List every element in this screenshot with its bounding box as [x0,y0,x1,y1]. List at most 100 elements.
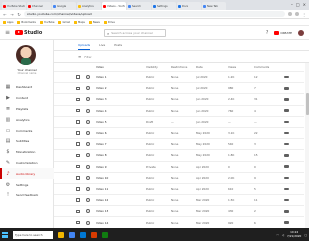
table-row[interactable]: Video 4 Public None Jun 2020 760 4 [54,106,304,117]
sidebar-item[interactable]: ▭ Comments [0,125,54,136]
sidebar-item[interactable]: ✎ Customization [0,158,54,169]
bookmark-item[interactable]: Bookmarks [17,20,36,24]
row-options[interactable] [281,72,291,82]
table-cell-title[interactable]: Video 1 [96,72,138,82]
row-options[interactable] [281,117,291,127]
table-row[interactable]: Video 10 Public None Apr 2020 2.0K 9 [54,173,304,184]
menu-dots-icon[interactable]: ⋮ [302,12,306,17]
row-options[interactable] [281,150,291,160]
row-checkbox[interactable] [76,195,82,205]
help-icon[interactable]: ? [266,30,269,36]
edge-icon[interactable] [80,231,86,238]
chrome-icon[interactable] [69,231,75,238]
table-cell-title[interactable]: Video 11 [96,184,138,194]
sidebar-item[interactable]: $ Monetization [0,147,54,158]
column-header[interactable]: Comments [254,63,276,71]
wifi-icon[interactable]: ◠ [276,233,278,237]
sidebar-item[interactable]: ▤ Subtitles [0,136,54,147]
row-checkbox[interactable] [76,72,82,82]
row-checkbox[interactable] [76,117,82,127]
column-header[interactable]: Date [196,63,218,71]
scrollbar[interactable] [305,63,309,228]
sidebar-item[interactable]: ▦ Dashboard [0,82,54,93]
row-checkbox[interactable] [76,150,82,160]
row-options[interactable] [281,128,291,138]
back-icon[interactable]: ← [3,12,7,17]
table-row[interactable]: Video 1 Public None Jul 2020 1.2K 12 [54,72,304,84]
table-row[interactable]: Video 8 Public None May 2020 1.8K 15 [54,150,304,162]
row-options[interactable] [281,106,291,116]
table-row[interactable]: Video 11 Public None Apr 2020 610 5 [54,184,304,196]
table-cell-title[interactable]: Video 12 [96,195,138,205]
bookmark-item[interactable]: Gmail [58,20,70,24]
table-row[interactable]: Video 5 Draft — Jun 2020 — — [54,117,304,128]
clock[interactable]: 10:24 7/21/2020 [287,230,301,238]
sidebar-item[interactable]: ! Send feedback [0,190,54,201]
bookmark-item[interactable]: YouTube [39,20,54,24]
row-checkbox[interactable] [76,139,82,149]
account-avatar[interactable] [298,29,304,36]
row-checkbox[interactable] [76,206,82,216]
table-cell-title[interactable]: Video 2 [96,83,138,93]
channel-avatar[interactable] [16,45,36,65]
table-cell-title[interactable]: Video 6 [96,128,138,138]
extension-icon[interactable] [288,12,292,16]
browser-tab[interactable]: Docs [177,2,201,10]
column-header[interactable]: Views [228,63,250,71]
row-options[interactable] [281,217,291,227]
table-cell-title[interactable]: Video 4 [96,106,138,116]
table-cell-title[interactable]: Video 13 [96,206,138,216]
table-row[interactable]: Video 2 Public None Jul 2020 980 7 [54,83,304,95]
url-input[interactable]: studio.youtube.com/channel/videos/upload [24,11,285,17]
table-cell-title[interactable]: Video 3 [96,94,138,104]
row-options[interactable] [281,139,291,149]
excel-icon[interactable] [102,231,108,238]
minimize-icon[interactable]: – [291,2,293,7]
table-cell-title[interactable]: Video 7 [96,139,138,149]
table-row[interactable]: Video 7 Public None May 2020 540 3 [54,139,304,151]
table-cell-title[interactable]: Video 8 [96,150,138,160]
sidebar-item[interactable]: ≣ Playlists [0,104,54,115]
row-options[interactable] [281,184,291,194]
row-options[interactable] [281,162,291,172]
tab-uploads[interactable]: Uploads [78,40,91,50]
table-row[interactable]: Video 13 Public None Mar 2020 430 2 [54,206,304,218]
browser-tab[interactable]: Channel [27,2,51,10]
forward-icon[interactable]: → [10,12,14,17]
sidebar-item[interactable]: ▶ Content [0,93,54,104]
bookmark-item[interactable]: Apps [3,20,13,24]
notifications-icon[interactable]: ▢ [304,233,307,237]
column-header[interactable]: Restrictions [171,63,193,71]
table-row[interactable]: Video 6 Public None May 2020 3.1K 22 [54,128,304,140]
column-header[interactable]: Video [96,63,138,71]
table-cell-title[interactable]: Video 9 [96,162,138,172]
tab-posts[interactable]: Posts [114,40,122,50]
browser-tab[interactable]: Analytics [77,2,101,10]
close-icon[interactable]: × [303,2,306,7]
sidebar-item[interactable]: ♪ Audio library [0,168,54,180]
table-cell-title[interactable]: Video 10 [96,173,138,183]
row-options[interactable] [281,173,291,183]
row-checkbox[interactable] [76,83,82,93]
row-checkbox[interactable] [76,94,82,104]
browser-tab[interactable]: Google [52,2,76,10]
volume-icon[interactable]: ◁ [282,233,284,237]
filter-bar[interactable]: ≡ Filter [78,53,92,60]
bookmark-item[interactable]: News [88,20,100,24]
hamburger-menu-icon[interactable]: ≡ [5,29,13,36]
row-options[interactable] [281,94,291,104]
row-checkbox[interactable] [76,184,82,194]
table-row[interactable]: Video 9 Private None Apr 2020 0 0 [54,162,304,173]
browser-tab[interactable]: New Tab [202,2,226,10]
row-options[interactable] [281,195,291,205]
row-checkbox[interactable] [76,106,82,116]
row-checkbox[interactable] [76,173,82,183]
reload-icon[interactable]: ↻ [17,12,21,17]
windows-start-icon[interactable] [2,231,8,238]
scrollbar-thumb[interactable] [305,93,309,115]
row-checkbox[interactable] [76,128,82,138]
browser-tab[interactable]: Search [127,2,151,10]
taskbar-search-input[interactable]: Type here to search [13,230,53,239]
browser-tab-active[interactable]: Videos - YouTube Studio [102,2,126,10]
table-row[interactable]: Video 3 Public None Jun 2020 2.4K 31 [54,94,304,106]
